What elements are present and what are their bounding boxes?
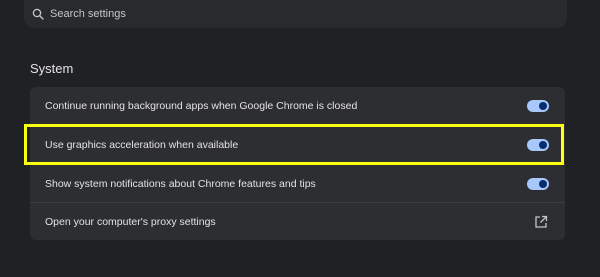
system-settings-card: Continue running background apps when Go… — [30, 87, 565, 240]
setting-row-system-notifications[interactable]: Show system notifications about Chrome f… — [30, 164, 565, 202]
setting-row-background-apps[interactable]: Continue running background apps when Go… — [30, 87, 565, 125]
search-icon — [32, 8, 44, 20]
section-title: System — [30, 61, 74, 76]
toggle-knob — [539, 179, 547, 188]
setting-label: Use graphics acceleration when available — [45, 138, 239, 151]
setting-label: Open your computer's proxy settings — [45, 215, 216, 228]
setting-label: Continue running background apps when Go… — [45, 100, 358, 112]
setting-label: Show system notifications about Chrome f… — [45, 177, 316, 190]
system-notifications-toggle[interactable] — [527, 177, 549, 190]
background-apps-toggle[interactable] — [527, 100, 549, 112]
setting-row-graphics-acceleration[interactable]: Use graphics acceleration when available — [30, 125, 565, 163]
open-in-new-icon[interactable] — [534, 215, 548, 229]
toggle-knob — [539, 102, 547, 110]
graphics-acceleration-toggle[interactable] — [527, 138, 549, 151]
search-placeholder: Search settings — [50, 8, 126, 20]
search-settings-bar[interactable]: Search settings — [24, 0, 567, 28]
toggle-knob — [539, 140, 547, 149]
setting-row-proxy-settings[interactable]: Open your computer's proxy settings — [30, 202, 565, 240]
